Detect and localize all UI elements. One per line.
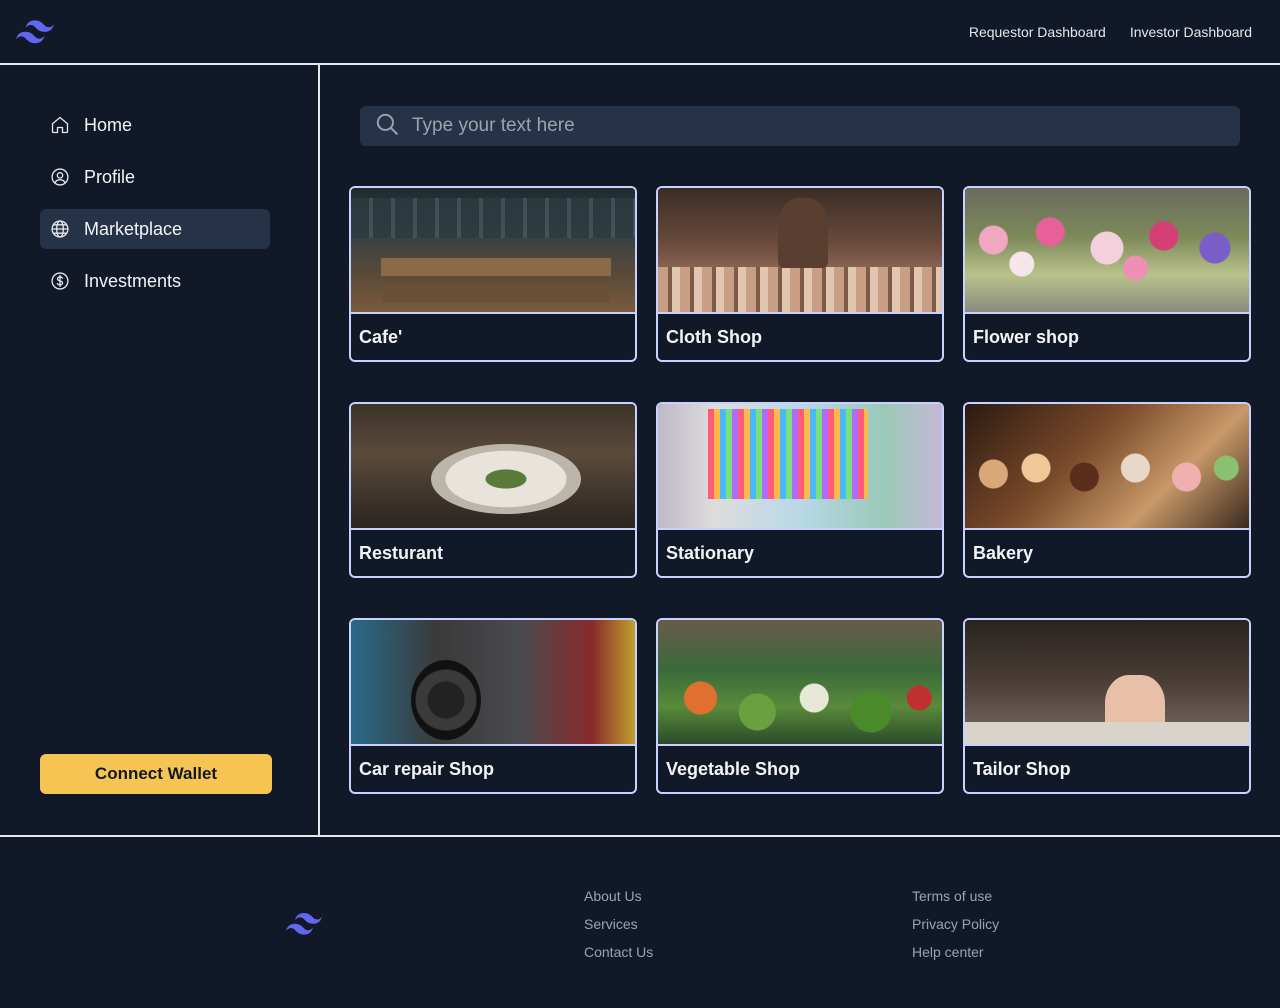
shop-card-flower-shop[interactable]: Flower shop [963,186,1251,362]
flower-shop-image [965,188,1249,314]
sidebar-item-label: Home [84,114,133,135]
restaurant-image [351,404,635,530]
marketplace-main: Cafe' Cloth Shop Flower shop Resturant S… [320,65,1280,835]
footer-logo-icon[interactable] [286,912,322,941]
help-center-link[interactable]: Help center [912,943,999,961]
privacy-policy-link[interactable]: Privacy Policy [912,915,999,933]
globe-icon [50,219,70,239]
shop-card-title: Tailor Shop [973,759,1071,779]
shop-card-vegetable-shop[interactable]: Vegetable Shop [656,618,944,794]
sidebar: Home Profile Marketplace Investments Con… [0,65,320,835]
search-input[interactable] [412,115,1212,137]
car-repair-image [351,620,635,746]
stationary-image [658,404,942,530]
investor-dashboard-link[interactable]: Investor Dashboard [1130,24,1252,40]
home-icon [50,115,70,135]
terms-of-use-link[interactable]: Terms of use [912,887,999,905]
user-circle-icon [50,167,70,187]
shop-card-title: Cafe' [359,327,403,347]
shop-card-title: Stationary [666,543,755,563]
footer-links-legal: Terms of use Privacy Policy Help center [912,887,999,961]
top-header: Requestor Dashboard Investor Dashboard [0,0,1280,65]
shop-card-title: Car repair Shop [359,759,495,779]
cafe-image [351,188,635,314]
shop-card-restaurant[interactable]: Resturant [349,402,637,578]
about-us-link[interactable]: About Us [584,887,653,905]
sidebar-item-home[interactable]: Home [40,105,270,145]
contact-us-link[interactable]: Contact Us [584,943,653,961]
footer: About Us Services Contact Us Terms of us… [0,835,1280,1008]
sidebar-item-marketplace[interactable]: Marketplace [40,209,270,249]
footer-links-company: About Us Services Contact Us [584,887,653,961]
shop-card-bakery[interactable]: Bakery [963,402,1251,578]
shop-card-stationary[interactable]: Stationary [656,402,944,578]
vegetable-shop-image [658,620,942,746]
header-nav: Requestor Dashboard Investor Dashboard [969,24,1252,40]
sidebar-item-label: Marketplace [84,218,183,239]
sidebar-item-profile[interactable]: Profile [40,157,270,197]
shop-grid: Cafe' Cloth Shop Flower shop Resturant S… [349,186,1251,794]
shop-card-title: Flower shop [973,327,1080,347]
requestor-dashboard-link[interactable]: Requestor Dashboard [969,24,1106,40]
shop-card-title: Bakery [973,543,1034,563]
search-bar[interactable] [360,106,1240,146]
dollar-circle-icon [50,271,70,291]
tailwind-logo-icon[interactable] [16,19,54,45]
wave-logo-icon [286,913,322,935]
shop-card-title: Vegetable Shop [666,759,801,779]
shop-card-tailor-shop[interactable]: Tailor Shop [963,618,1251,794]
shop-card-title: Cloth Shop [666,327,762,347]
sidebar-item-investments[interactable]: Investments [40,261,270,301]
wave-logo-icon [16,19,54,43]
search-icon [374,111,400,142]
sidebar-item-label: Investments [84,270,182,291]
services-link[interactable]: Services [584,915,653,933]
shop-card-cafe[interactable]: Cafe' [349,186,637,362]
shop-card-cloth-shop[interactable]: Cloth Shop [656,186,944,362]
tailor-shop-image [965,620,1249,746]
shop-card-title: Resturant [359,543,444,563]
sidebar-item-label: Profile [84,166,136,187]
shop-card-car-repair-shop[interactable]: Car repair Shop [349,618,637,794]
cloth-shop-image [658,188,942,314]
connect-wallet-button[interactable]: Connect Wallet [40,754,272,794]
bakery-image [965,404,1249,530]
